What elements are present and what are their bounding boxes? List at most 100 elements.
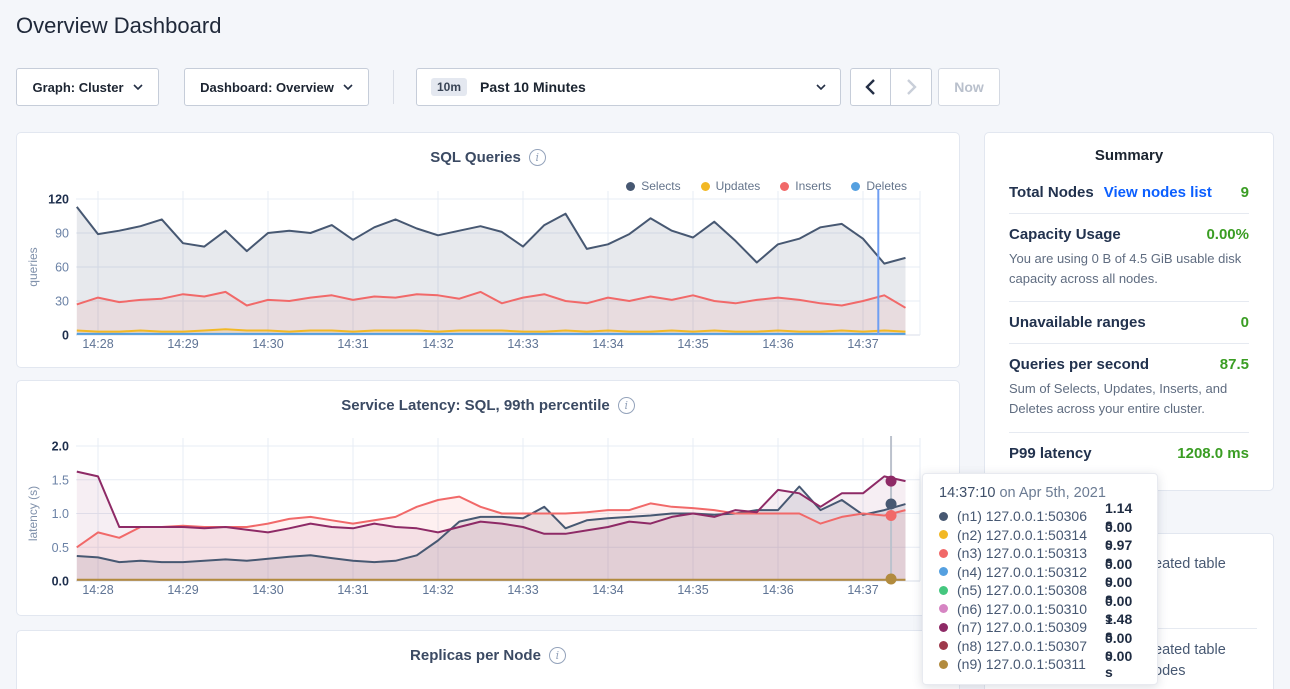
replicas-per-node-panel: Replicas per Node i	[16, 630, 960, 689]
metric-label: Total Nodes	[1009, 184, 1094, 201]
svg-text:1.5: 1.5	[52, 473, 69, 487]
time-forward-button[interactable]	[891, 68, 932, 106]
node-address: (n3) 127.0.0.1:50313	[957, 545, 1105, 561]
chart-hover-tooltip: 14:37:10 on Apr 5th, 2021 (n1) 127.0.0.1…	[922, 473, 1158, 685]
series-color-dot-icon	[939, 623, 948, 632]
replicas-chart-title: Replicas per Node	[410, 647, 541, 664]
node-address: (n9) 127.0.0.1:50311	[957, 656, 1105, 672]
node-address: (n5) 127.0.0.1:50308	[957, 582, 1105, 598]
summary-metric-row: Total Nodes View nodes list 9	[1009, 172, 1249, 214]
view-nodes-list-link[interactable]: View nodes list	[1104, 184, 1212, 201]
metric-value: 87.5	[1220, 356, 1249, 373]
node-address: (n4) 127.0.0.1:50312	[957, 564, 1105, 580]
tooltip-node-row: (n9) 127.0.0.1:503110.00 s	[939, 655, 1141, 674]
time-back-button[interactable]	[850, 68, 891, 106]
svg-text:2.0: 2.0	[52, 440, 69, 454]
summary-panel: Summary Total Nodes View nodes list 9 Capac…	[984, 132, 1274, 491]
svg-text:14:34: 14:34	[592, 337, 623, 351]
node-address: (n6) 127.0.0.1:50310	[957, 601, 1105, 617]
svg-text:14:32: 14:32	[422, 583, 453, 597]
sql-queries-chart[interactable]: 030609012014:2814:2914:3014:3114:3214:33…	[17, 133, 961, 369]
svg-text:60: 60	[55, 261, 69, 275]
tooltip-timestamp: 14:37:10 on Apr 5th, 2021	[939, 485, 1141, 501]
svg-text:14:29: 14:29	[167, 583, 198, 597]
metric-description: You are using 0 B of 4.5 GiB usable disk…	[1009, 249, 1249, 289]
time-range-dropdown[interactable]: 10m Past 10 Minutes	[416, 68, 841, 106]
service-latency-panel: Service Latency: SQL, 99th percentile i …	[16, 380, 960, 616]
svg-text:0: 0	[62, 329, 69, 343]
svg-text:14:34: 14:34	[592, 583, 623, 597]
svg-text:0.5: 0.5	[52, 541, 69, 555]
series-color-dot-icon	[939, 530, 948, 539]
svg-text:14:36: 14:36	[762, 583, 793, 597]
svg-text:14:28: 14:28	[82, 337, 113, 351]
metric-label: P99 latency	[1009, 445, 1092, 462]
svg-text:14:28: 14:28	[82, 583, 113, 597]
svg-text:14:35: 14:35	[677, 337, 708, 351]
svg-text:14:29: 14:29	[167, 337, 198, 351]
summary-metric-row: P99 latency 1208.0 ms	[1009, 433, 1249, 474]
overview-dashboard-page: Overview Dashboard Graph: Cluster Dashbo…	[0, 0, 1290, 689]
series-color-dot-icon	[939, 586, 948, 595]
tooltip-date: on Apr 5th, 2021	[995, 485, 1105, 501]
svg-text:queries: queries	[26, 247, 40, 286]
svg-text:14:36: 14:36	[762, 337, 793, 351]
node-address: (n8) 127.0.0.1:50307	[957, 638, 1105, 654]
toolbar-divider	[393, 70, 394, 104]
event-row-text: eated table	[1154, 556, 1226, 572]
series-color-dot-icon	[939, 512, 948, 521]
svg-text:120: 120	[48, 193, 69, 207]
graph-dropdown[interactable]: Graph: Cluster	[16, 68, 159, 106]
event-row-divider	[1154, 628, 1257, 629]
metric-value: 0	[1241, 314, 1249, 331]
svg-text:14:30: 14:30	[252, 583, 283, 597]
node-address: (n7) 127.0.0.1:50309	[957, 619, 1105, 635]
svg-text:14:37: 14:37	[847, 583, 878, 597]
series-color-dot-icon	[939, 660, 948, 669]
node-address: (n1) 127.0.0.1:50306	[957, 508, 1105, 524]
series-color-dot-icon	[939, 604, 948, 613]
summary-metric-row: Capacity Usage 0.00% You are using 0 B of …	[1009, 214, 1249, 302]
tooltip-time: 14:37:10	[939, 485, 995, 501]
series-color-dot-icon	[939, 641, 948, 650]
svg-text:14:35: 14:35	[677, 583, 708, 597]
summary-metric-row: Queries per second 87.5 Sum of Selects, Up…	[1009, 344, 1249, 432]
summary-title: Summary	[1009, 147, 1249, 172]
svg-text:latency (s): latency (s)	[26, 486, 40, 541]
svg-text:14:32: 14:32	[422, 337, 453, 351]
sql-queries-panel: SQL Queries i SelectsUpdatesInsertsDelet…	[16, 132, 960, 368]
svg-text:90: 90	[55, 227, 69, 241]
metric-value: 9	[1241, 184, 1249, 201]
graph-dropdown-label: Graph: Cluster	[32, 80, 123, 95]
dashboard-dropdown-label: Dashboard: Overview	[200, 80, 334, 95]
svg-text:14:31: 14:31	[337, 337, 368, 351]
summary-metrics: Total Nodes View nodes list 9 Capacity Usag…	[1009, 172, 1249, 474]
metric-description: Sum of Selects, Updates, Inserts, and De…	[1009, 379, 1249, 419]
svg-text:0.0: 0.0	[52, 575, 69, 589]
metric-value: 1208.0 ms	[1177, 445, 1249, 462]
node-address: (n2) 127.0.0.1:50314	[957, 527, 1105, 543]
service-latency-chart[interactable]: 0.0 0.5 1.0 1.5 2.0 14:28 14:29 14:30 14:31 14:32…	[17, 381, 961, 617]
chevron-left-icon	[865, 79, 876, 95]
metric-value: 0.00%	[1206, 226, 1249, 243]
time-step-buttons	[850, 68, 932, 106]
metric-label: Capacity Usage	[1009, 226, 1121, 243]
metric-label: Unavailable ranges	[1009, 314, 1146, 331]
svg-text:14:31: 14:31	[337, 583, 368, 597]
svg-text:14:37: 14:37	[847, 337, 878, 351]
chevron-right-icon	[906, 79, 917, 95]
event-row-text: eated table	[1154, 642, 1226, 658]
metric-label: Queries per second	[1009, 356, 1149, 373]
dashboard-dropdown[interactable]: Dashboard: Overview	[184, 68, 369, 106]
series-color-dot-icon	[939, 549, 948, 558]
summary-metric-row: Unavailable ranges 0	[1009, 302, 1249, 344]
info-icon[interactable]: i	[549, 647, 566, 664]
svg-text:14:33: 14:33	[507, 337, 538, 351]
tooltip-node-rows: (n1) 127.0.0.1:503061.14 s(n2) 127.0.0.1…	[939, 507, 1141, 674]
now-button[interactable]: Now	[938, 68, 1000, 106]
event-row-text: odes	[1154, 663, 1185, 679]
time-range-badge: 10m	[431, 78, 467, 96]
svg-text:1.0: 1.0	[52, 507, 69, 521]
chevron-down-icon	[816, 84, 826, 90]
node-latency-value: 0.00 s	[1105, 648, 1141, 680]
